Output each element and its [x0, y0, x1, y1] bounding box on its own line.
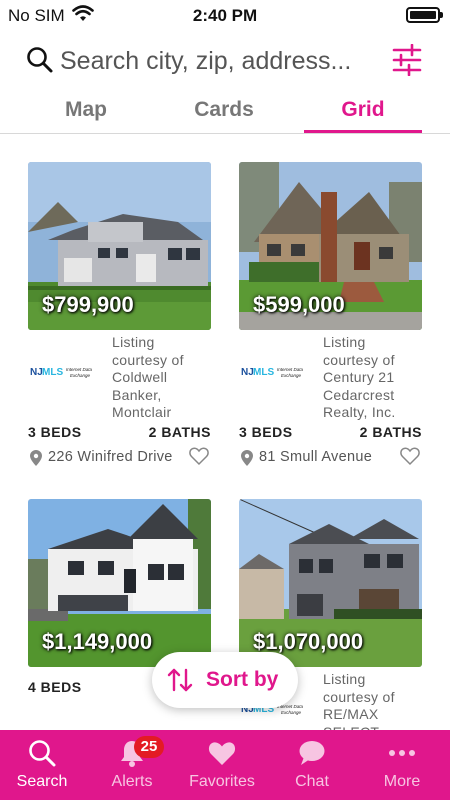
listing-address: 226 Winifred Drive	[48, 449, 173, 465]
listing-address: 81 Smull Avenue	[259, 449, 373, 465]
listing-card[interactable]: $799,900 NJ MLS Internet Data Exchange L…	[28, 162, 211, 472]
baths-count: 2 BATHS	[359, 424, 422, 440]
listing-grid: $799,900 NJ MLS Internet Data Exchange L…	[0, 134, 450, 730]
battery-icon	[406, 7, 443, 23]
search-bar	[0, 38, 450, 84]
listing-photo[interactable]: $599,000	[239, 162, 422, 330]
sort-button[interactable]: Sort by	[152, 652, 298, 708]
courtesy-text: Listing courtesy of RE/MAX SELECT	[323, 671, 395, 730]
tab-grid[interactable]: Grid	[304, 98, 422, 122]
address-row: 81 Smull Avenue	[239, 444, 422, 472]
nav-label: Favorites	[189, 773, 255, 790]
svg-text:Internet Data: Internet Data	[277, 367, 304, 372]
listing-photo[interactable]: $799,900	[28, 162, 211, 330]
svg-text:Exchange: Exchange	[281, 710, 302, 715]
njmls-logo: NJ MLS Internet Data Exchange	[241, 367, 304, 378]
status-bar: No SIM 2:40 PM	[0, 0, 450, 30]
favorite-heart-icon[interactable]	[400, 446, 420, 466]
clock: 2:40 PM	[192, 6, 258, 25]
courtesy-text: Listing courtesy of Coldwell Banker, Mon…	[112, 334, 184, 420]
svg-text:NJ: NJ	[30, 367, 43, 378]
nav-label: Chat	[295, 773, 329, 790]
svg-text:Internet Data: Internet Data	[66, 367, 93, 372]
svg-text:Exchange: Exchange	[281, 373, 302, 378]
chat-icon	[299, 741, 325, 765]
active-tab-indicator	[304, 130, 422, 133]
favorite-heart-icon[interactable]	[189, 446, 209, 466]
more-icon	[389, 750, 415, 756]
njmls-logo: NJ MLS Internet Data Exchange	[30, 367, 93, 378]
search-input[interactable]	[60, 42, 380, 80]
sort-icon	[167, 668, 193, 692]
alerts-badge: 25	[134, 736, 164, 758]
bottom-nav: Search Alerts 25 Favorites Chat More	[0, 730, 450, 800]
courtesy-text: Listing courtesy of Century 21 Cedarcres…	[323, 334, 396, 420]
beds-count: 3 BEDS	[28, 424, 82, 440]
search-icon	[29, 740, 56, 767]
nav-favorites[interactable]: Favorites	[180, 730, 264, 800]
listing-courtesy: NJ MLS Internet Data Exchange Listing co…	[28, 330, 211, 420]
sort-label: Sort by	[206, 668, 279, 691]
listing-price: $599,000	[253, 292, 345, 317]
nav-more[interactable]: More	[360, 730, 444, 800]
beds-count: 4 BEDS	[28, 679, 82, 695]
listing-price: $799,900	[42, 292, 134, 317]
listing-photo[interactable]: $1,149,000	[28, 499, 211, 667]
listing-courtesy: NJ MLS Internet Data Exchange Listing co…	[239, 330, 422, 420]
filter-icon[interactable]	[392, 44, 422, 76]
listing-price: $1,149,000	[42, 629, 153, 654]
listing-card[interactable]: $599,000 NJ MLS Internet Data Exchange L…	[239, 162, 422, 472]
baths-count: 2 BATHS	[148, 424, 211, 440]
svg-text:MLS: MLS	[42, 367, 63, 378]
beds-baths: 3 BEDS 2 BATHS	[28, 420, 211, 444]
nav-search[interactable]: Search	[0, 730, 84, 800]
nav-label: Alerts	[111, 773, 153, 790]
beds-count: 3 BEDS	[239, 424, 293, 440]
location-pin-icon	[241, 450, 253, 466]
nav-label: Search	[16, 773, 68, 790]
beds-baths: 3 BEDS 2 BATHS	[239, 420, 422, 444]
nav-label: More	[383, 773, 421, 790]
heart-icon	[208, 742, 236, 765]
svg-text:Exchange: Exchange	[70, 373, 91, 378]
search-icon	[27, 47, 53, 73]
svg-text:MLS: MLS	[253, 367, 274, 378]
view-tabs: Map Cards Grid	[0, 90, 450, 134]
tab-map[interactable]: Map	[27, 98, 145, 122]
svg-text:NJ: NJ	[241, 367, 254, 378]
location-pin-icon	[30, 450, 42, 466]
address-row: 226 Winifred Drive	[28, 444, 211, 472]
listing-photo[interactable]: $1,070,000	[239, 499, 422, 667]
tab-cards[interactable]: Cards	[165, 98, 283, 122]
nav-chat[interactable]: Chat	[270, 730, 354, 800]
